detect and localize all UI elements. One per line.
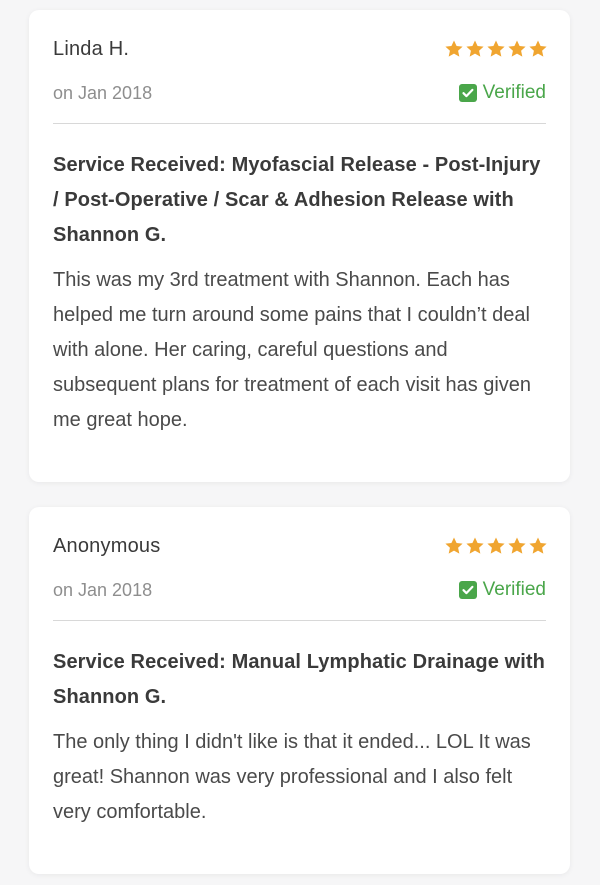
- divider: [53, 123, 546, 124]
- review-card: Anonymous on Jan 2018 Verified Service R…: [29, 507, 570, 874]
- star-rating: [444, 536, 548, 556]
- review-card: Linda H. on Jan 2018 Verified Service Re…: [29, 10, 570, 482]
- review-text: This was my 3rd treatment with Shannon. …: [53, 269, 532, 431]
- service-received: Service Received: Manual Lymphatic Drain…: [53, 651, 545, 708]
- review-meta: on Jan 2018 Verified: [53, 82, 546, 104]
- verified-badge: Verified: [458, 82, 546, 104]
- reviewer-name: Linda H.: [53, 37, 130, 60]
- star-icon: [529, 537, 547, 554]
- review-date: on Jan 2018: [53, 579, 153, 600]
- star-icon: [466, 40, 484, 57]
- star-rating: [444, 39, 548, 59]
- star-icon: [529, 40, 547, 57]
- star-icon: [445, 537, 463, 554]
- star-icon: [508, 40, 526, 57]
- star-icon: [466, 537, 484, 554]
- verified-badge: Verified: [458, 579, 546, 601]
- verified-label: Verified: [482, 579, 546, 600]
- review-header: Anonymous: [53, 534, 548, 557]
- star-icon: [487, 40, 505, 57]
- checkbox-checked-icon: [458, 581, 477, 599]
- star-icon: [508, 537, 526, 554]
- verified-label: Verified: [482, 82, 546, 103]
- review-header: Linda H.: [53, 37, 548, 60]
- reviews-page: Linda H. on Jan 2018 Verified Service Re…: [0, 0, 600, 885]
- star-icon: [487, 537, 505, 554]
- service-received: Service Received: Myofascial Release - P…: [53, 154, 541, 246]
- checkbox-checked-icon: [458, 84, 477, 102]
- review-meta: on Jan 2018 Verified: [53, 579, 546, 601]
- divider: [53, 620, 546, 621]
- reviewer-name: Anonymous: [53, 534, 161, 557]
- review-text: The only thing I didn't like is that it …: [53, 731, 531, 823]
- star-icon: [445, 40, 463, 57]
- review-date: on Jan 2018: [53, 82, 153, 103]
